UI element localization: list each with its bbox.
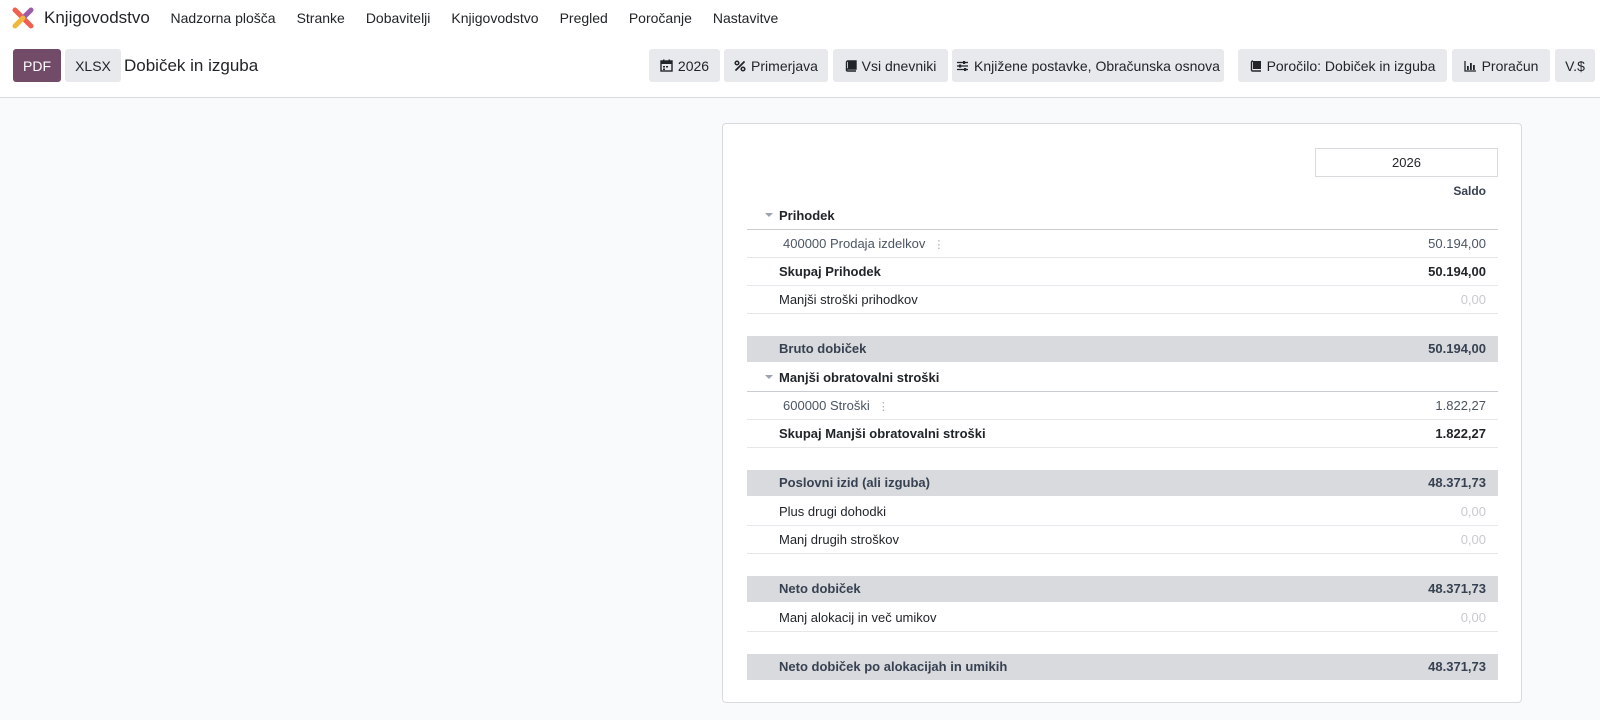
menu-item-dashboard[interactable]: Nadzorna plošča [160,0,286,36]
line-opex-account[interactable]: 600000 Stroški ⋮ 1.822,27 [747,392,1498,420]
menu-item-reporting[interactable]: Poročanje [618,0,702,36]
line-value: 0,00 [1460,532,1486,547]
line-label: Manj alokacij in več umikov [779,610,937,625]
kebab-menu-icon[interactable]: ⋮ [878,401,889,413]
pdf-button[interactable]: PDF [13,49,61,82]
line-gross-profit: Bruto dobiček 50.194,00 [747,336,1498,362]
sliders-icon [957,60,969,71]
line-label: Neto dobiček po alokacijah in umikih [779,659,1008,674]
line-label: Plus drugi dohodki [779,504,886,519]
line-value: 1.822,27 [1435,426,1486,441]
period-filter-label: 2026 [677,57,710,74]
report-variant-button[interactable]: Poročilo: Dobiček in izguba [1238,49,1447,82]
line-label: 600000 Stroški ⋮ [783,398,889,413]
line-allocations: Manj alokacij in več umikov 0,00 [747,604,1498,632]
menu-item-vendors[interactable]: Dobavitelji [355,0,441,36]
line-label: Manjši stroški prihodkov [779,292,918,307]
menu-item-configuration[interactable]: Nastavitve [702,0,788,36]
options-filter-label: Knjižene postavke, Obračunska osnova [974,57,1220,74]
line-label: Neto dobiček [779,581,861,596]
currency-button[interactable]: V.$ [1555,49,1595,82]
book-icon [1250,59,1261,72]
line-income-total: Skupaj Prihodek 50.194,00 [747,258,1498,286]
report-variant-label: Poročilo: Dobiček in izguba [1266,57,1436,74]
menu-item-accounting[interactable]: Knjigovodstvo [441,0,549,36]
report-lines: Prihodek 400000 Prodaja izdelkov ⋮ 50.194… [747,202,1498,682]
column-subheader-balance: Saldo [1453,184,1486,198]
line-value: 48.371,73 [1428,659,1486,674]
line-value[interactable]: 1.822,27 [1435,392,1486,420]
line-income-account[interactable]: 400000 Prodaja izdelkov ⋮ 50.194,00 [747,230,1498,258]
report-card: 2026 Saldo Prihodek 400000 Prodaja izdel… [722,123,1522,703]
options-filter-button[interactable]: Knjižene postavke, Obračunska osnova [952,49,1224,82]
line-label: Prihodek [779,208,835,223]
main-menu: Nadzorna plošča Stranke Dobavitelji Knji… [160,0,789,36]
line-label: Skupaj Prihodek [779,264,881,279]
line-other-income: Plus drugi dohodki 0,00 [747,498,1498,526]
kebab-menu-icon[interactable]: ⋮ [933,239,944,251]
budget-filter-label: Proračun [1481,57,1539,74]
line-value: 0,00 [1460,504,1486,519]
book-icon [845,59,857,72]
line-label: Bruto dobiček [779,341,867,356]
line-net-after-allocations: Neto dobiček po alokacijah in umikih 48.… [747,654,1498,680]
line-label: 400000 Prodaja izdelkov ⋮ [783,236,945,251]
control-panel: PDF XLSX Dobiček in izguba 2026 Primerja… [0,36,1600,98]
budget-filter-button[interactable]: Proračun [1452,49,1550,82]
caret-down-icon[interactable] [765,213,773,217]
percent-icon [734,59,746,72]
comparison-filter-label: Primerjava [751,57,818,74]
column-header-period[interactable]: 2026 [1315,148,1498,177]
line-net-profit: Neto dobiček 48.371,73 [747,576,1498,602]
caret-down-icon[interactable] [765,375,773,379]
period-filter-button[interactable]: 2026 [649,49,720,82]
line-value: 50.194,00 [1428,264,1486,279]
line-opex-header[interactable]: Manjši obratovalni stroški [747,364,1498,392]
line-value: 50.194,00 [1428,341,1486,356]
line-value: 48.371,73 [1428,475,1486,490]
journals-filter-button[interactable]: Vsi dnevniki [833,49,948,82]
line-cost-of-revenue: Manjši stroški prihodkov 0,00 [747,286,1498,314]
xlsx-button[interactable]: XLSX [65,49,121,82]
line-opex-total: Skupaj Manjši obratovalni stroški 1.822,… [747,420,1498,448]
line-income-header[interactable]: Prihodek [747,202,1498,230]
accounting-app-icon[interactable] [12,7,34,29]
line-label: Skupaj Manjši obratovalni stroški [779,426,986,441]
calendar-icon [660,59,673,72]
line-value[interactable]: 50.194,00 [1428,230,1486,258]
page-title: Dobiček in izguba [124,56,259,75]
line-value: 48.371,73 [1428,581,1486,596]
comparison-filter-button[interactable]: Primerjava [724,49,828,82]
journals-filter-label: Vsi dnevniki [861,57,937,74]
top-navbar: Knjigovodstvo Nadzorna plošča Stranke Do… [0,0,1600,36]
line-value: 0,00 [1460,292,1486,307]
app-name[interactable]: Knjigovodstvo [44,8,150,28]
line-label: Manj drugih stroškov [779,532,899,547]
line-other-expenses: Manj drugih stroškov 0,00 [747,526,1498,554]
line-value: 0,00 [1460,610,1486,625]
line-operating-income: Poslovni izid (ali izguba) 48.371,73 [747,470,1498,496]
menu-item-review[interactable]: Pregled [549,0,618,36]
line-label: Manjši obratovalni stroški [779,370,940,385]
menu-item-customers[interactable]: Stranke [286,0,355,36]
bar-chart-icon [1463,60,1476,72]
line-label: Poslovni izid (ali izguba) [779,475,930,490]
